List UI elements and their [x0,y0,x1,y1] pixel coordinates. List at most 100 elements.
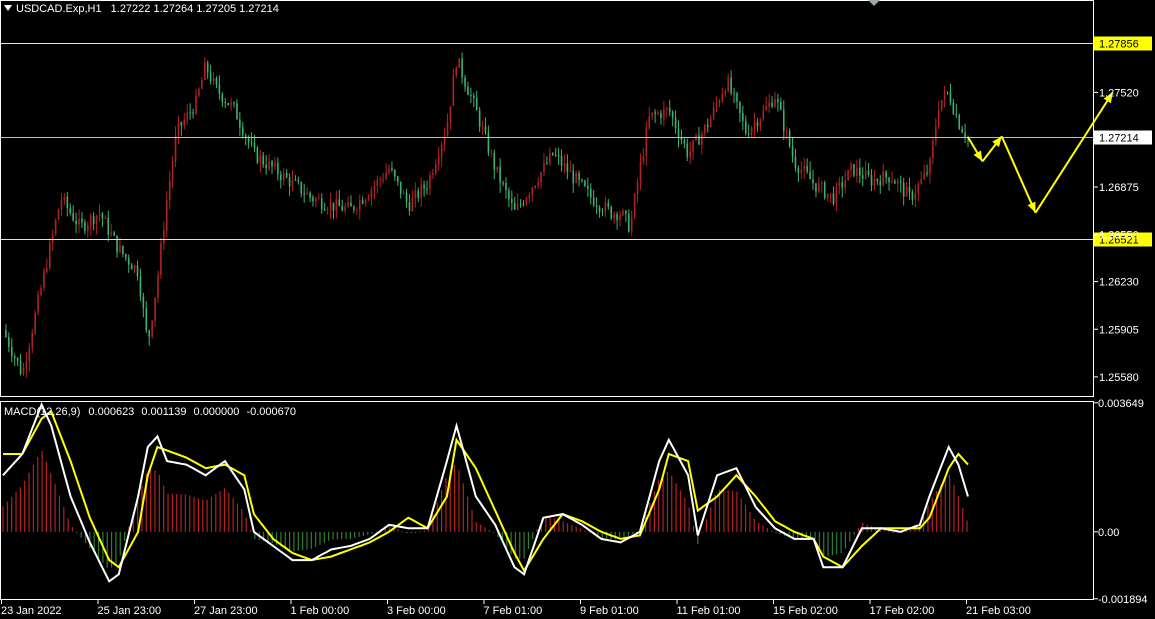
candle-body [739,101,741,114]
macd-histogram-bar [905,531,907,533]
macd-histogram-bar [467,496,469,532]
macd-histogram-bar [115,531,117,564]
candle-body [379,179,382,181]
macd-histogram-bar [297,531,299,551]
macd-histogram-bar [28,472,30,532]
macd-histogram-bar [332,531,334,540]
candle-body [619,214,621,220]
candle-body [654,112,656,115]
candle-body [525,198,528,205]
chart-header: USDCAD.Exp,H1 1.27222 1.27264 1.27205 1.… [4,3,279,15]
macd-histogram-bar [167,493,169,532]
macd-histogram-bar [341,531,343,540]
candle-body [37,294,39,313]
macd-histogram-bar [480,524,482,532]
candle-body [666,107,668,109]
macd-histogram-bar [349,531,351,539]
candle-body [686,143,689,157]
macd-histogram-bar [11,496,13,532]
macd-histogram-bar [6,501,8,532]
candle-body [572,170,575,183]
candle-body [747,133,750,135]
macd-histogram-bar [527,531,530,549]
candle-body [16,357,19,362]
candle-body [171,161,174,181]
candle-body [879,181,882,186]
candle-body [864,170,867,179]
macd-histogram-bar [679,490,682,532]
macd-histogram-bar [840,531,842,554]
macd-histogram-bar [688,507,690,532]
candle-body [253,142,256,148]
macd-histogram-bar [579,528,582,532]
candle-body [888,177,890,183]
macd-histogram-bar [71,527,74,532]
candle-body [320,198,323,210]
macd-histogram-bar [371,531,373,534]
candle-body [452,75,455,107]
dropdown-triangle-icon[interactable] [4,5,12,11]
candle-body [897,181,899,184]
candle-body [127,257,130,265]
candle-body [461,58,463,78]
candle-body [423,184,425,189]
candle-body [914,193,917,200]
candle-body [87,225,89,231]
macd-histogram-bar [367,531,369,536]
candle-body [674,117,677,129]
macd-histogram-bar [532,531,534,539]
candle-body [443,135,446,145]
candle-body [473,95,475,98]
macd-histogram-bar [614,531,616,540]
candle-body [958,115,961,129]
macd-histogram-bar [319,531,321,545]
candle-body [534,185,537,188]
macd-histogram-bar [484,527,486,532]
candle-body [876,179,879,182]
candle-body [417,190,420,198]
candle-body [347,202,349,207]
candle-body [733,92,735,94]
candle-body [341,206,344,211]
time-axis-label: 7 Feb 01:00 [484,605,543,617]
macd-histogram-bar [723,489,725,532]
candle-body [610,206,613,219]
candle-body [554,154,557,156]
candle-body [511,199,513,203]
candle-body [557,154,560,157]
candle-body [414,190,417,198]
trading-chart[interactable]: 1.278561.265211.272141.275201.268751.262… [0,0,1155,619]
candle-body [195,95,197,114]
macd-histogram-bar [588,531,590,533]
macd-histogram-bar [323,531,325,543]
time-axis-label: 25 Jan 23:00 [98,605,162,617]
candle-body [683,140,686,144]
candle-body [929,158,931,174]
candle-body [692,140,694,152]
candle-body [110,232,112,235]
candle-body [660,113,662,119]
candle-body [882,171,884,186]
candle-body [613,214,615,219]
current-price-label: 1.27214 [1099,133,1139,145]
macd-histogram-bar [50,472,52,532]
macd-histogram-bar [24,480,26,532]
candle-body [873,179,876,186]
macd-histogram-bar [236,503,239,532]
macd-histogram-bar [80,531,82,538]
candle-body [502,182,504,184]
candle-body [698,135,700,145]
candle-body [388,168,390,173]
macd-histogram-bar [445,477,447,532]
candle-body [396,176,399,182]
candle-body [546,162,548,164]
candle-body [385,172,387,179]
candle-body [241,127,244,136]
candle-body [850,164,852,170]
macd-histogram-bar [857,527,860,532]
macd-histogram-bar [731,490,734,532]
macd-histogram-bar [757,522,760,532]
candle-body [326,210,329,212]
macd-histogram-bar [406,531,408,534]
candle-body [782,109,785,132]
